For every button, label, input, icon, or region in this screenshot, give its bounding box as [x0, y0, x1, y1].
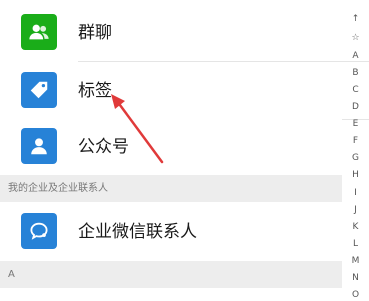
index-up-arrow[interactable]: ↑: [342, 14, 369, 25]
index-letter[interactable]: E: [342, 119, 369, 130]
index-letter[interactable]: O: [342, 290, 369, 301]
enterprise-contacts-label: 企业微信联系人: [78, 222, 197, 242]
enterprise-contacts-row[interactable]: 企业微信联系人: [0, 203, 342, 261]
contacts-list: 群聊 标签 公众号 我的企业及企业联系人 企业微信联系人 A: [0, 0, 369, 301]
index-letter[interactable]: F: [342, 136, 369, 147]
enterprise-section-header: 我的企业及企业联系人: [0, 175, 342, 202]
index-letter[interactable]: D: [342, 102, 369, 113]
index-star[interactable]: ☆: [342, 33, 369, 44]
official-accounts-row[interactable]: 公众号: [0, 118, 342, 176]
index-letter[interactable]: K: [342, 222, 369, 233]
index-letter[interactable]: J: [342, 205, 369, 216]
official-account-icon: [21, 128, 57, 164]
index-letter[interactable]: B: [342, 68, 369, 79]
tags-row[interactable]: 标签: [0, 62, 342, 120]
index-letter[interactable]: I: [342, 188, 369, 199]
wecom-icon: [21, 213, 57, 249]
index-letter[interactable]: A: [342, 51, 369, 62]
index-letter[interactable]: H: [342, 170, 369, 181]
official-accounts-label: 公众号: [78, 137, 129, 157]
index-letter[interactable]: L: [342, 239, 369, 250]
index-letter[interactable]: N: [342, 273, 369, 284]
tags-label: 标签: [78, 81, 112, 101]
group-chat-label: 群聊: [78, 23, 112, 43]
tag-icon: [21, 72, 57, 108]
index-letter[interactable]: M: [342, 256, 369, 267]
index-letter[interactable]: G: [342, 153, 369, 164]
index-letter[interactable]: C: [342, 85, 369, 96]
alphabet-index-bar[interactable]: ↑ ☆ A B C D E F G H I J K L M N O: [342, 0, 369, 301]
group-chat-icon: [21, 14, 57, 50]
section-header-a: A: [0, 261, 342, 288]
group-chat-row[interactable]: 群聊: [0, 4, 342, 62]
